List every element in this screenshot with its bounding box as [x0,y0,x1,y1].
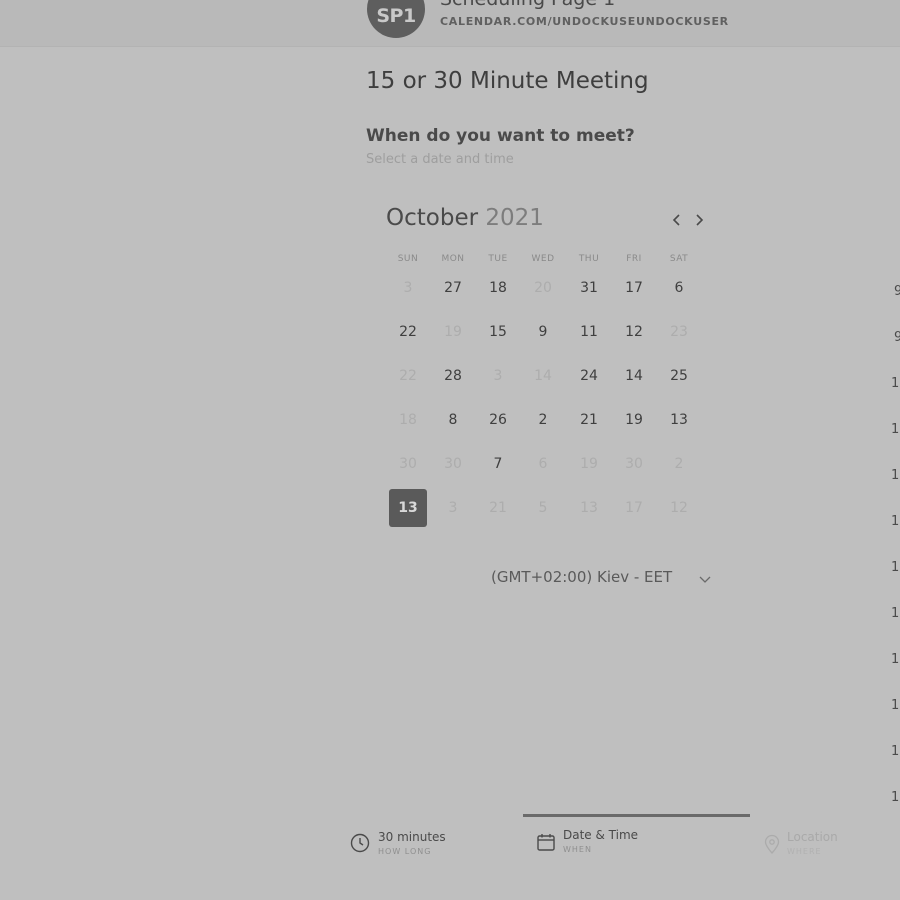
calendar-day[interactable]: 26 [479,401,517,439]
calendar-day: 13 [580,500,598,516]
calendar-day[interactable]: 18 [479,269,517,307]
calendar-day[interactable]: 12 [615,313,653,351]
weekday-header: TUE [488,254,508,264]
calendar-day[interactable]: 25 [660,357,698,395]
time-slot-partial[interactable]: 9 [894,284,900,299]
timezone-selector[interactable]: (GMT+02:00) Kiev - EET [491,568,672,586]
calendar-day: 12 [670,500,688,516]
chevron-right-icon [696,214,704,226]
calendar-day[interactable]: 2 [524,401,562,439]
calendar-day: 17 [625,500,643,516]
step-duration-subtitle: HOW LONG [378,847,432,856]
calendar-day: 19 [580,456,598,472]
calendar-day[interactable]: 14 [615,357,653,395]
step-date-time-title: Date & Time [563,828,639,842]
avatar: SP1 [367,0,425,38]
calendar-day: 22 [399,368,417,384]
calendar-month-year: October 2021 [386,205,544,231]
calendar-day: 5 [538,500,548,516]
calendar-day: 23 [670,324,688,340]
calendar-day: 18 [399,412,417,428]
calendar-day[interactable]: 8 [434,401,472,439]
weekday-header: MON [441,254,465,264]
calendar-day: 30 [444,456,462,472]
step-duration-title: 30 minutes [378,830,446,844]
time-slot-partial[interactable]: 1 [891,698,900,713]
calendar-day: 3 [493,368,503,384]
weekday-header: WED [531,254,555,264]
step-date-time-subtitle: WHEN [563,845,592,854]
meeting-title: 15 or 30 Minute Meeting [366,68,649,94]
weekday-header: THU [578,254,600,264]
time-slot-partial[interactable]: 1 [891,790,900,805]
page-header: SP1 Scheduling Page 1 CALENDAR.COM/UNDOC… [0,0,900,47]
calendar-day[interactable]: 24 [570,357,608,395]
calendar-day[interactable]: 7 [479,445,517,483]
calendar-day[interactable]: 9 [524,313,562,351]
time-slot-partial[interactable]: 10 [891,468,900,483]
time-slot-partial[interactable]: 9 [894,330,900,345]
calendar-icon [535,831,557,853]
calendar-day: 30 [625,456,643,472]
calendar-year: 2021 [485,205,544,231]
calendar-day: 20 [534,280,552,296]
calendar-day-selected[interactable]: 13 [389,489,427,527]
calendar-day[interactable]: 11 [570,313,608,351]
step-location-subtitle: WHERE [787,847,822,856]
meeting-question: When do you want to meet? [366,126,635,146]
calendar-day[interactable]: 6 [660,269,698,307]
step-date-time[interactable]: Date & Time WHEN [563,828,638,854]
next-month-button[interactable] [689,210,709,230]
time-slot-partial[interactable]: 10 [891,376,900,391]
avatar-initials: SP1 [376,5,416,27]
active-step-underline [523,814,750,817]
step-duration[interactable]: 30 minutes HOW LONG [378,830,446,856]
scheduling-page-title: Scheduling Page 1 [440,0,615,10]
previous-month-button[interactable] [667,210,687,230]
weekday-header: SUN [397,254,419,264]
step-location[interactable]: Location WHERE [787,830,838,856]
time-slot-partial[interactable]: 1 [891,606,900,621]
time-slot-partial[interactable]: 1 [891,744,900,759]
weekday-header: SAT [669,254,689,264]
scheduling-page-url[interactable]: CALENDAR.COM/UNDOCKUSEUNDOCKUSER [440,15,729,28]
chevron-left-icon [672,214,680,226]
calendar-day: 6 [538,456,548,472]
calendar-month: October [386,205,479,231]
chevron-down-icon [699,576,711,583]
calendar-day[interactable]: 19 [615,401,653,439]
time-slot-partial[interactable]: 1 [891,560,900,575]
calendar-day[interactable]: 22 [389,313,427,351]
meeting-subtext: Select a date and time [366,152,514,167]
time-slot-partial[interactable]: 1 [891,652,900,667]
calendar-day: 21 [489,500,507,516]
time-slot-partial[interactable]: 10 [891,422,900,437]
calendar-day[interactable]: 13 [660,401,698,439]
calendar-day[interactable]: 17 [615,269,653,307]
calendar-day: 14 [534,368,552,384]
time-slot-partial[interactable]: 10 [891,514,900,529]
calendar-day: 19 [444,324,462,340]
calendar-day[interactable]: 28 [434,357,472,395]
clock-icon [349,832,371,854]
calendar-day: 30 [399,456,417,472]
weekday-header: FRI [626,254,642,264]
calendar-day[interactable]: 31 [570,269,608,307]
timezone-dropdown-button[interactable] [698,572,712,586]
calendar-day[interactable]: 27 [434,269,472,307]
calendar-day[interactable]: 15 [479,313,517,351]
step-location-title: Location [787,830,838,844]
calendar-day: 3 [403,280,413,296]
calendar-day[interactable]: 21 [570,401,608,439]
location-pin-icon [761,833,783,855]
calendar-day: 3 [448,500,458,516]
calendar-day: 2 [674,456,684,472]
